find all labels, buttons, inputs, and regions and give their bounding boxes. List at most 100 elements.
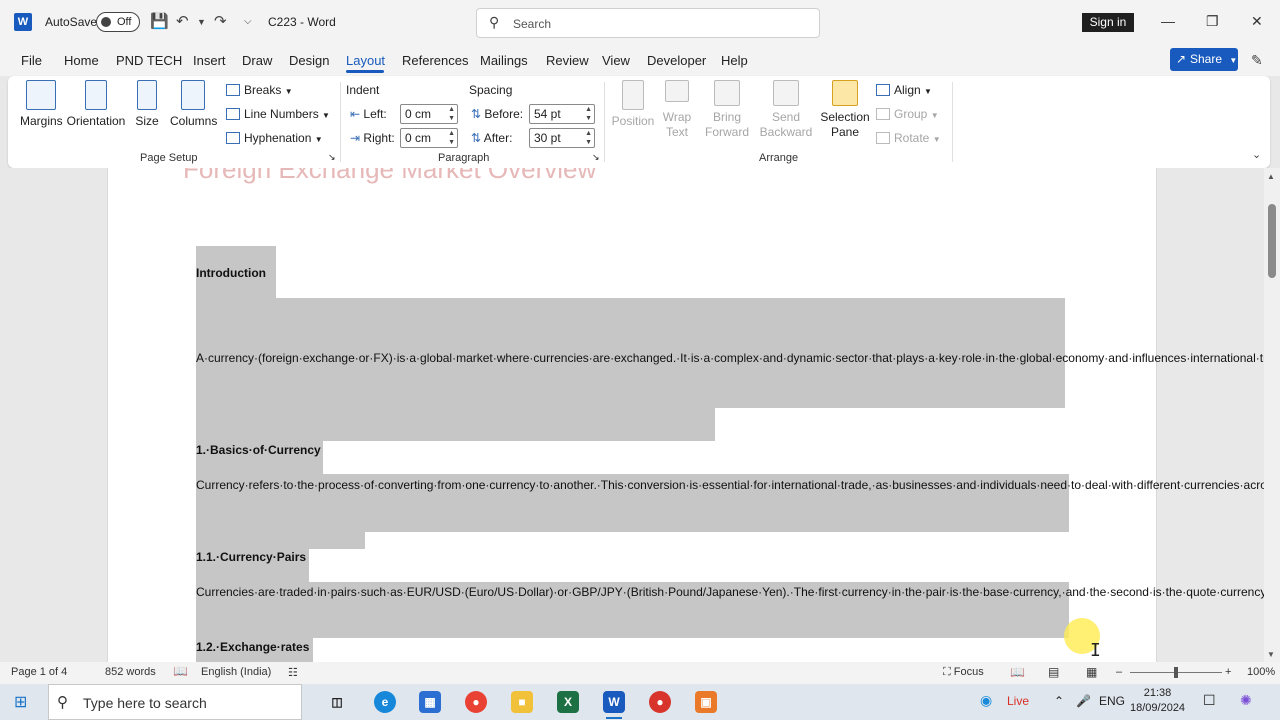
- accessibility-icon[interactable]: ☷: [288, 666, 298, 679]
- date: 18/09/2024: [1130, 702, 1186, 714]
- edge-icon[interactable]: e: [374, 691, 396, 713]
- chrome-icon[interactable]: ●: [465, 691, 487, 713]
- indent-left-input[interactable]: 0 cm ▲ ▼: [400, 104, 458, 124]
- spacing-before-input[interactable]: 54 pt ▲ ▼: [529, 104, 595, 124]
- tab-developer[interactable]: Developer: [647, 53, 706, 68]
- live-label[interactable]: Live: [1007, 694, 1029, 708]
- heading-currency-pairs[interactable]: 1.1.·Currency·Pairs: [196, 548, 1068, 567]
- orientation-button[interactable]: Orientation: [66, 80, 126, 128]
- save-icon[interactable]: 💾: [150, 12, 169, 30]
- web-layout-icon[interactable]: ▦: [1086, 665, 1097, 679]
- group-button[interactable]: Group ▼: [876, 107, 939, 121]
- undo-dropdown-icon[interactable]: ▼: [197, 17, 206, 27]
- breaks-button[interactable]: Breaks ▼: [226, 83, 293, 97]
- microphone-icon[interactable]: 🎤: [1076, 694, 1091, 708]
- tab-pnd-tech[interactable]: PND TECH: [116, 53, 182, 68]
- tab-view[interactable]: View: [602, 53, 630, 68]
- wrap-text-button[interactable]: Wrap Text: [660, 80, 694, 140]
- zoom-in-icon[interactable]: +: [1225, 666, 1231, 678]
- position-icon: [622, 80, 644, 110]
- tab-design[interactable]: Design: [289, 53, 329, 68]
- position-button[interactable]: Position: [610, 80, 656, 128]
- spinner-icon[interactable]: ▲ ▼: [585, 129, 592, 147]
- line-numbers-button[interactable]: Line Numbers ▼: [226, 107, 330, 121]
- tab-draw[interactable]: Draw: [242, 53, 272, 68]
- scroll-thumb[interactable]: [1268, 204, 1276, 278]
- tab-mailings[interactable]: Mailings: [480, 53, 528, 68]
- windows-start-icon[interactable]: ⊞: [14, 692, 27, 712]
- read-mode-icon[interactable]: 📖: [1010, 665, 1025, 679]
- vertical-scrollbar[interactable]: ▲ ▼: [1264, 168, 1280, 662]
- taskbar-search[interactable]: ⚲ Type here to search: [48, 684, 302, 720]
- tray-overflow-icon[interactable]: ⌃: [1054, 694, 1064, 708]
- columns-button[interactable]: Columns: [170, 80, 217, 128]
- excel-icon[interactable]: X: [557, 691, 579, 713]
- focus-button[interactable]: ⛶ Focus: [943, 666, 984, 679]
- minimize-icon[interactable]: —: [1161, 13, 1175, 29]
- line-numbers-label: Line Numbers: [244, 107, 319, 121]
- tab-layout[interactable]: Layout: [346, 53, 385, 68]
- tab-insert[interactable]: Insert: [193, 53, 226, 68]
- close-icon[interactable]: ✕: [1251, 13, 1263, 30]
- hyphenation-button[interactable]: Hyphenation ▼: [226, 131, 323, 145]
- zoom-slider-thumb[interactable]: [1174, 667, 1178, 678]
- spacing-after-input[interactable]: 30 pt ▲ ▼: [529, 128, 595, 148]
- copilot-icon[interactable]: ✺: [1240, 692, 1252, 709]
- margins-button[interactable]: Margins: [20, 80, 63, 128]
- word-icon[interactable]: W: [603, 691, 625, 719]
- paragraph-currency-pairs[interactable]: Currencies·are·traded·in·pairs·such·as·E…: [196, 583, 1264, 602]
- zoom-level[interactable]: 100%: [1247, 666, 1275, 678]
- scroll-down-icon[interactable]: ▼: [1267, 650, 1275, 659]
- comments-icon[interactable]: ✎: [1251, 52, 1263, 69]
- language[interactable]: English (India): [201, 666, 271, 678]
- input-language[interactable]: ENG: [1099, 694, 1125, 708]
- print-layout-icon[interactable]: ▤: [1048, 665, 1059, 679]
- chrome-profile-icon[interactable]: ●: [649, 691, 671, 713]
- notifications-icon[interactable]: ☐: [1203, 692, 1216, 709]
- tab-review[interactable]: Review: [546, 53, 589, 68]
- sign-in-button[interactable]: Sign in: [1082, 13, 1134, 32]
- proofing-icon[interactable]: 📖: [173, 664, 188, 678]
- restore-icon[interactable]: ❐: [1206, 13, 1219, 30]
- size-button[interactable]: Size: [132, 80, 162, 128]
- undo-icon[interactable]: ↶: [176, 12, 189, 30]
- tab-home[interactable]: Home: [64, 53, 99, 68]
- collapse-ribbon-icon[interactable]: ⌄: [1252, 148, 1261, 161]
- share-button[interactable]: ↗ Share ▼: [1170, 48, 1238, 71]
- zoom-out-icon[interactable]: –: [1116, 666, 1122, 678]
- paragraph-introduction[interactable]: A·currency·(foreign·exchange·or·FX)·is·a…: [196, 349, 1264, 368]
- page[interactable]: Foreign Exchange Market Overview Introdu…: [107, 168, 1264, 662]
- customize-icon[interactable]: ⌵: [244, 16, 252, 27]
- bring-forward-button[interactable]: Bring Forward: [701, 80, 753, 140]
- margins-icon: [26, 80, 56, 110]
- autosave-toggle[interactable]: Off: [96, 12, 140, 32]
- page-setup-launcher-icon[interactable]: ↘: [328, 152, 336, 163]
- spinner-icon[interactable]: ▲ ▼: [448, 129, 455, 147]
- scroll-up-icon[interactable]: ▲: [1267, 172, 1275, 181]
- paragraph-basics[interactable]: Currency·refers·to·the·process·of·conver…: [196, 476, 1264, 495]
- tab-help[interactable]: Help: [721, 53, 748, 68]
- page-count[interactable]: Page 1 of 4: [11, 666, 67, 678]
- heading-basics[interactable]: 1.·Basics·of·Currency: [196, 441, 1068, 460]
- spinner-icon[interactable]: ▲ ▼: [448, 105, 455, 123]
- align-button[interactable]: Align ▼: [876, 83, 932, 97]
- send-backward-button[interactable]: Send Backward: [756, 80, 816, 140]
- heading-exchange-rates[interactable]: 1.2.·Exchange·rates: [196, 638, 1068, 657]
- paragraph-launcher-icon[interactable]: ↘: [592, 152, 600, 163]
- rotate-button[interactable]: Rotate ▼: [876, 131, 941, 145]
- task-view-icon[interactable]: ◫: [326, 691, 348, 713]
- clock[interactable]: 21:38 18/09/2024: [1130, 686, 1185, 716]
- word-count[interactable]: 852 words: [105, 666, 156, 678]
- heading-introduction[interactable]: Introduction: [196, 264, 1068, 283]
- spinner-icon[interactable]: ▲ ▼: [585, 105, 592, 123]
- redo-icon[interactable]: ↷: [214, 12, 227, 30]
- tab-references[interactable]: References: [402, 53, 468, 68]
- app-icon[interactable]: ▣: [695, 691, 717, 713]
- cricket-widget-icon[interactable]: ◉: [980, 692, 992, 709]
- indent-right-input[interactable]: 0 cm ▲ ▼: [400, 128, 458, 148]
- search-box[interactable]: ⚲ Search: [476, 8, 820, 38]
- selection-pane-button[interactable]: Selection Pane: [820, 80, 870, 140]
- tab-file[interactable]: File: [21, 53, 42, 68]
- store-icon[interactable]: ▦: [419, 691, 441, 713]
- file-explorer-icon[interactable]: ■: [511, 691, 533, 713]
